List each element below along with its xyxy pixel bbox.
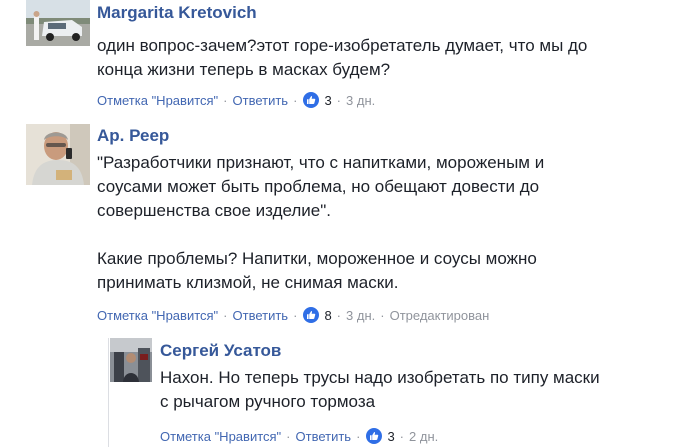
separator: · — [286, 428, 291, 444]
comment-line: с рычагом ручного тормоза — [160, 392, 376, 411]
reply-link[interactable]: Ответить — [296, 429, 352, 444]
like-count[interactable]: 3 — [387, 429, 394, 444]
like-link[interactable]: Отметка "Нравится" — [160, 429, 281, 444]
comment-author[interactable]: Сергей Усатов — [160, 341, 281, 361]
separator: · — [356, 428, 361, 444]
comment-reply: Сергей Усатов Нахон. Но теперь трусы над… — [0, 0, 692, 447]
comment-text: Нахон. Но теперь трусы надо изобретать п… — [160, 366, 600, 414]
comment-actions: Отметка "Нравится" · Ответить · 3 · 2 дн… — [160, 427, 438, 445]
comment-time[interactable]: 2 дн. — [409, 429, 438, 444]
avatar[interactable] — [110, 338, 152, 382]
thumbs-up-icon[interactable] — [366, 428, 383, 444]
separator: · — [399, 428, 405, 444]
comment-line: Нахон. Но теперь трусы надо изобретать п… — [160, 368, 600, 387]
